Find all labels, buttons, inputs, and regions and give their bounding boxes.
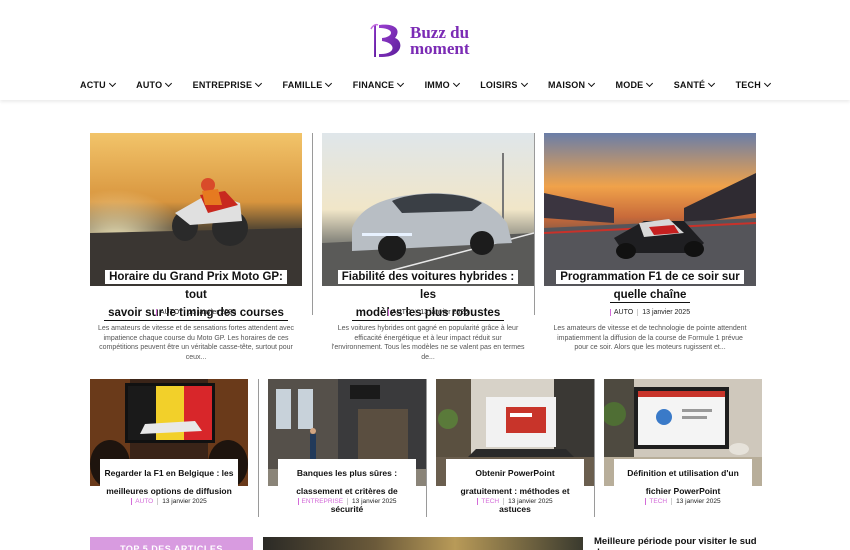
article-title-line2: quelle chaîne [609,288,691,303]
chevron-down-icon [763,79,771,88]
nav-item-label: IMMO [424,80,450,90]
nav-item-auto[interactable]: AUTO [136,76,173,94]
article-meta: ENTREPRISE 13 janvier 2025 [268,498,426,505]
chevron-down-icon [325,79,333,88]
nav-item-label: ACTU [80,80,106,90]
featured-article-card[interactable]: Programmation F1 de ce soir sur quelle c… [544,133,756,358]
article-excerpt: Les voitures hybrides ont gagné en popul… [331,325,525,361]
category-badge[interactable]: AUTO [155,309,180,316]
article-title-text: Obtenir PowerPoint gratuitement : méthod… [460,468,570,514]
article-title-text: Regarder la F1 en Belgique : les meilleu… [104,468,234,496]
category-badge[interactable]: ENTREPRISE [297,498,344,505]
nav-item-label: MODE [615,80,644,90]
article-title[interactable]: Obtenir PowerPoint gratuitement : méthod… [446,459,584,519]
chevron-down-icon [255,79,263,88]
nav-item-label: FINANCE [352,80,395,90]
column-divider [312,133,313,315]
featured-article-card[interactable]: Horaire du Grand Prix Moto GP: tout savo… [90,133,302,361]
article-image-travel[interactable] [263,537,583,550]
chevron-down-icon [646,79,654,88]
top-articles-header: TOP 5 DES ARTICLES [90,537,253,550]
category-badge[interactable]: AUTO [609,309,634,316]
category-badge[interactable]: AUTO [387,309,412,316]
nav-item-label: TECH [735,80,761,90]
nav-item-mode[interactable]: MODE [615,76,654,94]
article-card[interactable]: Regarder la F1 en Belgique : les meilleu… [90,379,248,519]
article-card[interactable]: Banques les plus sûres : classement et c… [268,379,426,519]
nav-item-loisirs[interactable]: LOISIRS [480,76,528,94]
article-title[interactable]: Regarder la F1 en Belgique : les meilleu… [100,459,238,501]
nav-item-sante[interactable]: SANTÉ [673,76,716,94]
category-badge[interactable]: TECH [645,498,668,505]
article-date: 13 janvier 2025 [347,498,397,505]
chevron-down-icon [165,79,173,88]
chevron-down-icon [397,79,405,88]
article-meta: AUTO 13 janvier 2025 [322,309,534,316]
logo-b-icon [370,23,401,57]
logo-text-line2: moment [410,39,470,58]
article-title[interactable]: Définition et utilisation d'un fichier P… [614,459,752,501]
nav-item-label: LOISIRS [480,80,518,90]
nav-item-tech[interactable]: TECH [735,76,771,94]
featured-article-card[interactable]: Fiabilité des voitures hybrides : les mo… [322,133,534,361]
chevron-down-icon [588,79,596,88]
chevron-down-icon [452,79,460,88]
article-meta: AUTO 13 janvier 2025 [90,498,248,505]
article-title[interactable]: Meilleure période pour visiter le sud de [594,536,764,550]
nav-item-label: FAMILLE [282,80,323,90]
article-meta: TECH 13 janvier 2025 [604,498,762,505]
chevron-down-icon [108,79,116,88]
site-logo[interactable]: Buzz du moment [370,20,490,62]
article-date: 13 janvier 2025 [637,309,691,316]
article-title-text: Banques les plus sûres : classement et c… [296,468,398,514]
category-badge[interactable]: AUTO [131,498,154,505]
article-image-hybrid-car[interactable] [322,133,534,286]
nav-item-label: AUTO [136,80,163,90]
article-date: 13 janvier 2025 [415,309,469,316]
article-meta: TECH 13 janvier 2025 [436,498,594,505]
column-divider [426,379,427,517]
nav-item-label: MAISON [547,80,586,90]
nav-item-label: ENTREPRISE [192,80,253,90]
article-card[interactable]: Obtenir PowerPoint gratuitement : méthod… [436,379,594,519]
article-card[interactable]: Définition et utilisation d'un fichier P… [604,379,762,519]
nav-item-actu[interactable]: ACTU [80,76,116,94]
chevron-down-icon [708,79,716,88]
article-title-line1: Horaire du Grand Prix Moto GP: tout [105,270,287,302]
article-title[interactable]: Banques les plus sûres : classement et c… [278,459,416,519]
column-divider [594,379,595,517]
column-divider [258,379,259,517]
nav-item-finance[interactable]: FINANCE [352,76,405,94]
article-image-f1-car[interactable] [544,133,756,286]
nav-item-famille[interactable]: FAMILLE [282,76,333,94]
nav-item-maison[interactable]: MAISON [547,76,596,94]
nav-item-immo[interactable]: IMMO [424,76,460,94]
article-excerpt: Les amateurs de vitesse et de technologi… [553,325,747,351]
article-title-line1: Programmation F1 de ce soir sur [556,270,744,284]
article-meta: AUTO 13 janvier 2025 [90,309,302,316]
column-divider [534,133,535,315]
site-header: Buzz du moment ACTU AUTO ENTREPRISE FAMI… [0,0,850,100]
article-image-motogp[interactable] [90,133,302,286]
article-excerpt: Les amateurs de vitesse et de sensations… [97,325,295,361]
nav-item-entreprise[interactable]: ENTREPRISE [192,76,263,94]
nav-item-label: SANTÉ [673,80,706,90]
article-date: 13 janvier 2025 [183,309,237,316]
article-title-text: Définition et utilisation d'un fichier P… [627,468,739,496]
category-badge[interactable]: TECH [477,498,500,505]
article-date: 13 janvier 2025 [157,498,207,505]
article-date: 13 janvier 2025 [503,498,553,505]
article-date: 13 janvier 2025 [671,498,721,505]
article-title-line1: Fiabilité des voitures hybrides : les [337,270,519,302]
chevron-down-icon [520,79,528,88]
article-title[interactable]: Programmation F1 de ce soir sur quelle c… [556,267,744,303]
article-meta: AUTO 13 janvier 2025 [544,309,756,316]
main-nav: ACTU AUTO ENTREPRISE FAMILLE FINANCE IMM… [80,76,771,94]
